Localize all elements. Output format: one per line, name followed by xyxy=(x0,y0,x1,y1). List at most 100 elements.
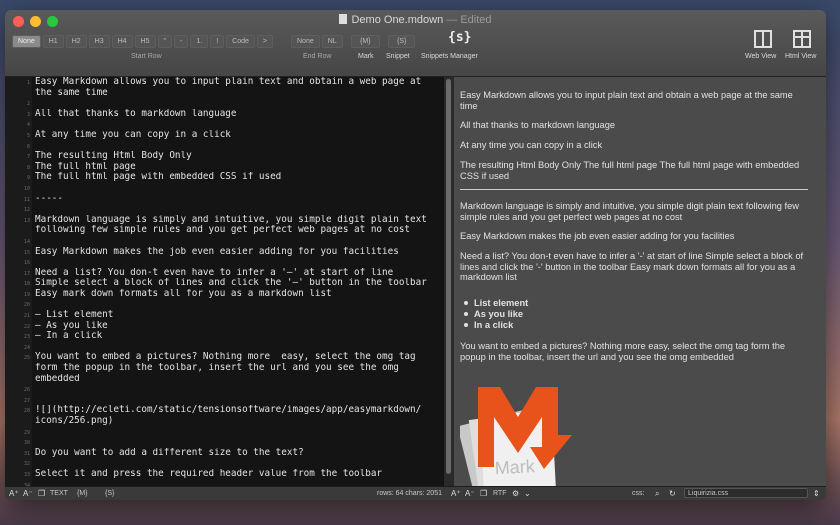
editor-line[interactable]: 2 xyxy=(5,98,437,109)
markdown-editor[interactable]: 1 Easy Markdown allows you to input plain… xyxy=(5,77,443,487)
editor-line[interactable]: 23 – In a click xyxy=(5,331,437,342)
preview-copy-icon[interactable]: ❐ xyxy=(480,489,489,498)
start-row-none-button[interactable]: None xyxy=(12,35,41,48)
copy-rtf-button[interactable]: RTF xyxy=(493,489,506,498)
line-number: 28 xyxy=(23,408,30,415)
editor-line[interactable]: 3 All that thanks to markdown language xyxy=(5,109,437,120)
start-row-image-button[interactable]: ! xyxy=(210,35,225,48)
snippets-manager-label[interactable]: Snippets Manager xyxy=(421,53,478,60)
editor-line[interactable]: 5 At any time you can copy in a click xyxy=(5,130,437,141)
html-view-icon[interactable] xyxy=(793,30,811,48)
start-row-quote-button[interactable]: " xyxy=(157,35,172,48)
editor-line[interactable]: 26 xyxy=(5,384,437,395)
gear-icon[interactable]: ⚙ xyxy=(512,489,521,498)
editor-line[interactable]: 14 xyxy=(5,236,437,247)
editor-line[interactable]: embedded xyxy=(5,374,437,385)
start-row-code-button[interactable]: Code xyxy=(226,35,255,48)
editor-line[interactable]: 12 xyxy=(5,204,437,215)
editor-line-text: Do you want to add a different size to t… xyxy=(35,447,304,458)
editor-line[interactable]: 25 You want to embed a pictures? Nothing … xyxy=(5,352,437,363)
editor-line[interactable]: 33 Select it and press the required heade… xyxy=(5,469,437,480)
editor-line[interactable]: following few simple rules and you get p… xyxy=(5,225,437,236)
mark-dropdown[interactable]: {M} xyxy=(351,35,380,48)
start-row-h5-button[interactable]: H5 xyxy=(134,35,156,48)
search-icon[interactable]: ⌕ xyxy=(655,489,664,498)
editor-line-text: – List element xyxy=(35,310,114,321)
editor-line[interactable]: 20 xyxy=(5,299,437,310)
start-row-h1-button[interactable]: H1 xyxy=(42,35,64,48)
editor-line[interactable]: 32 xyxy=(5,458,437,469)
start-row-list-button[interactable]: - xyxy=(174,35,189,48)
status-bar: A⁺ A⁻ ❐ TEXT {M} {S} rows: 64 chars: 205… xyxy=(5,486,826,500)
editor-scrollbar[interactable] xyxy=(443,77,454,487)
editor-line[interactable]: 9 The full html page with embedded CSS if… xyxy=(5,172,437,183)
editor-line[interactable]: 16 xyxy=(5,257,437,268)
editor-line[interactable]: 13 Markdown language is simply and intuit… xyxy=(5,215,437,226)
editor-line-text: form the popup in the toolbar, insert th… xyxy=(35,363,399,374)
editor-line-text: At any time you can copy in a click xyxy=(35,129,231,140)
editor-line-text: You want to embed a pictures? Nothing mo… xyxy=(35,352,416,363)
start-row-h3-button[interactable]: H3 xyxy=(88,35,110,48)
start-row-numbered-button[interactable]: 1. xyxy=(190,35,209,48)
preview-paragraph: All that thanks to markdown language xyxy=(460,120,616,130)
snippets-manager-icon[interactable]: {s} xyxy=(448,30,471,50)
chevron-down-icon[interactable]: ⌄ xyxy=(524,489,533,498)
editor-line[interactable]: 6 xyxy=(5,141,437,152)
line-number: 4 xyxy=(26,122,30,129)
start-row-h2-button[interactable]: H2 xyxy=(65,35,87,48)
editor-text[interactable]: 1 Easy Markdown allows you to input plain… xyxy=(5,77,437,487)
preview-paragraph: Easy Markdown allows you to input plain … xyxy=(460,90,793,111)
editor-line[interactable]: 15 Easy Markdown makes the job even easie… xyxy=(5,247,437,258)
editor-line[interactable]: form the popup in the toolbar, insert th… xyxy=(5,363,437,374)
line-number: 2 xyxy=(26,101,30,108)
editor-line[interactable]: the same time xyxy=(5,88,437,99)
stepper-icon[interactable]: ⇕ xyxy=(813,489,822,498)
font-smaller-icon[interactable]: A⁻ xyxy=(23,489,33,498)
app-window: Demo One.mdown — Edited None H1 H2 H3 H4… xyxy=(5,10,826,500)
line-number: 22 xyxy=(23,323,30,330)
editor-line[interactable]: 4 xyxy=(5,119,437,130)
editor-scroll-thumb[interactable] xyxy=(446,79,451,474)
html-view-label[interactable]: Html View xyxy=(785,53,816,60)
preview-paragraph: Need a list? You don-t even have to infe… xyxy=(460,251,804,282)
editor-line[interactable]: 27 xyxy=(5,395,437,406)
editor-line[interactable]: 28 ![](http://ecleti.com/static/tensionso… xyxy=(5,405,437,416)
editor-line[interactable]: 8 The full html page xyxy=(5,162,437,173)
start-row-blockquote-button[interactable]: > xyxy=(256,35,273,48)
snippet-dropdown[interactable]: {S} xyxy=(388,35,416,48)
preview-font-smaller-icon[interactable]: A⁻ xyxy=(465,489,475,498)
font-bigger-icon[interactable]: A⁺ xyxy=(9,489,19,498)
editor-line[interactable]: 19 Easy mark down formats all for you as … xyxy=(5,289,437,300)
editor-line[interactable]: 31 Do you want to add a different size to… xyxy=(5,448,437,459)
end-row-nl-button[interactable]: NL xyxy=(321,35,343,48)
list-bullet xyxy=(464,301,468,305)
status-snippet-dropdown[interactable]: {S} xyxy=(105,489,114,498)
editor-line[interactable]: 11 ----- xyxy=(5,194,437,205)
preview-horizontal-rule xyxy=(460,189,808,190)
editor-line[interactable]: 30 xyxy=(5,437,437,448)
editor-line[interactable]: 18 Simple select a block of lines and cli… xyxy=(5,278,437,289)
web-view-icon[interactable] xyxy=(754,30,772,48)
editor-line[interactable]: 29 xyxy=(5,427,437,438)
editor-line[interactable]: 7 The resulting Html Body Only xyxy=(5,151,437,162)
editor-line[interactable]: icons/256.png) xyxy=(5,416,437,427)
css-file-selector[interactable]: Liquirizia.css xyxy=(684,488,808,498)
editor-line[interactable]: 24 xyxy=(5,342,437,353)
editor-line-text: Easy Markdown allows you to input plain … xyxy=(35,77,422,87)
snippet-label: Snippet xyxy=(386,53,410,60)
editor-line-text: Simple select a block of lines and click… xyxy=(35,278,427,289)
editor-line[interactable]: 17 Need a list? You don-t even have to in… xyxy=(5,268,437,279)
editor-line[interactable]: 10 xyxy=(5,183,437,194)
web-view-label[interactable]: Web View xyxy=(745,53,776,60)
reload-icon[interactable]: ↻ xyxy=(669,489,678,498)
copy-text-button[interactable]: TEXT xyxy=(50,489,68,498)
editor-line[interactable]: 21 – List element xyxy=(5,310,437,321)
editor-line[interactable]: 1 Easy Markdown allows you to input plain… xyxy=(5,77,437,88)
end-row-none-button[interactable]: None xyxy=(291,35,320,48)
start-row-h4-button[interactable]: H4 xyxy=(111,35,133,48)
line-number: 3 xyxy=(26,111,30,118)
copy-icon[interactable]: ❐ xyxy=(38,489,47,498)
preview-font-bigger-icon[interactable]: A⁺ xyxy=(451,489,461,498)
status-mark-dropdown[interactable]: {M} xyxy=(77,489,88,498)
editor-line[interactable]: 22 – As you like xyxy=(5,321,437,332)
